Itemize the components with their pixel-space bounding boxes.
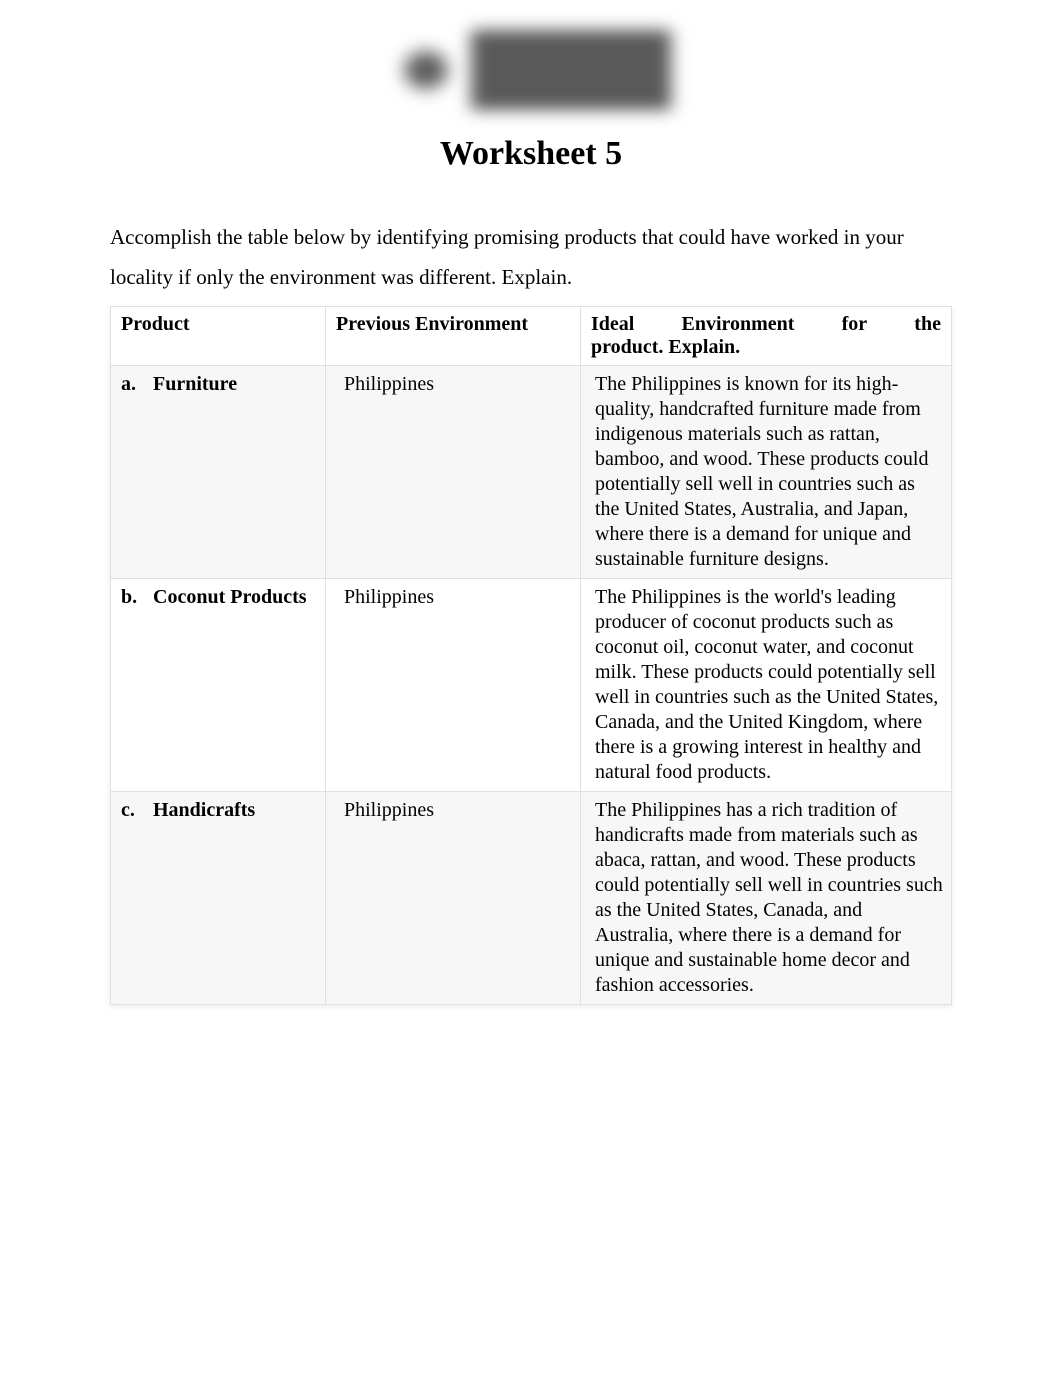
products-table: Product Previous Environment Ideal Envir… bbox=[110, 306, 952, 1005]
previous-env-cell: Philippines bbox=[326, 578, 581, 791]
document-page: Worksheet 5 Accomplish the table below b… bbox=[0, 30, 1062, 1005]
header-ideal-word3: for bbox=[842, 313, 868, 336]
product-name: Coconut Products bbox=[153, 585, 307, 610]
product-name: Furniture bbox=[153, 372, 237, 397]
instructions-text: Accomplish the table below by identifyin… bbox=[110, 218, 952, 298]
row-letter: c. bbox=[121, 798, 139, 823]
header-previous-env: Previous Environment bbox=[326, 306, 581, 365]
header-product: Product bbox=[111, 306, 326, 365]
logo-container bbox=[110, 30, 952, 110]
row-letter: a. bbox=[121, 372, 139, 397]
header-ideal-word1: Ideal bbox=[591, 313, 634, 336]
header-ideal-env: Ideal Environment for the product. Expla… bbox=[581, 306, 952, 365]
ideal-env-cell: The Philippines is the world's leading p… bbox=[581, 578, 952, 791]
worksheet-title: Worksheet 5 bbox=[110, 135, 952, 173]
table-row: c. Handicrafts Philippines The Philippin… bbox=[111, 791, 952, 1004]
header-ideal-word2: Environment bbox=[681, 313, 794, 336]
product-cell: c. Handicrafts bbox=[111, 791, 326, 1004]
ideal-env-cell: The Philippines is known for its high-qu… bbox=[581, 365, 952, 578]
ideal-env-cell: The Philippines has a rich tradition of … bbox=[581, 791, 952, 1004]
product-cell: b. Coconut Products bbox=[111, 578, 326, 791]
product-name: Handicrafts bbox=[153, 798, 255, 823]
product-cell: a. Furniture bbox=[111, 365, 326, 578]
header-ideal-line2: product. Explain. bbox=[591, 336, 941, 359]
blurred-logo bbox=[376, 30, 686, 110]
previous-env-cell: Philippines bbox=[326, 365, 581, 578]
table-row: b. Coconut Products Philippines The Phil… bbox=[111, 578, 952, 791]
previous-env-cell: Philippines bbox=[326, 791, 581, 1004]
row-letter: b. bbox=[121, 585, 139, 610]
table-header-row: Product Previous Environment Ideal Envir… bbox=[111, 306, 952, 365]
header-ideal-word4: the bbox=[914, 313, 941, 336]
table-row: a. Furniture Philippines The Philippines… bbox=[111, 365, 952, 578]
